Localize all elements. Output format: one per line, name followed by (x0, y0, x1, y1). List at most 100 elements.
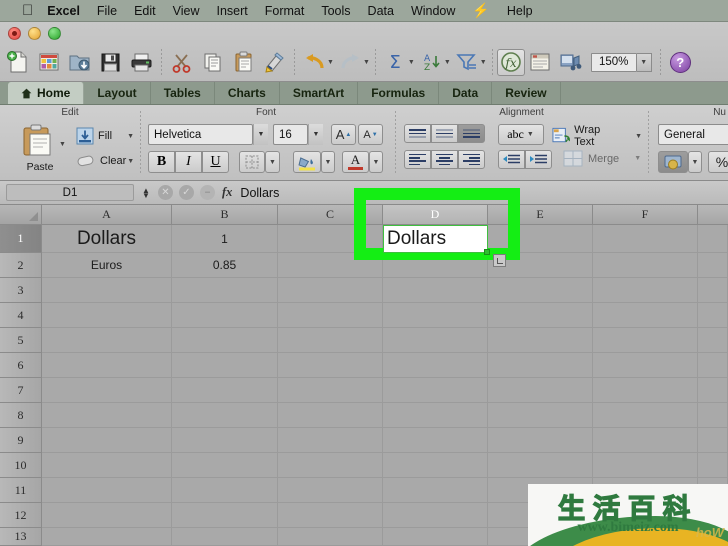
tab-layout[interactable]: Layout (84, 82, 151, 104)
zoom-level-input[interactable]: 150% (590, 52, 637, 72)
row-header-3[interactable]: 3 (0, 278, 42, 303)
clear-dropdown-icon[interactable]: ▼ (127, 158, 134, 165)
font-family-dropdown-icon[interactable]: ▼ (253, 124, 268, 145)
fx-icon[interactable]: fx (222, 185, 232, 200)
column-header-b[interactable]: B (172, 205, 278, 225)
italic-button[interactable]: I (175, 151, 202, 173)
accept-formula-button[interactable]: ✓ (179, 185, 194, 200)
decrease-indent-button[interactable] (498, 150, 525, 169)
increase-font-size-button[interactable]: A ▲ (331, 124, 356, 145)
cell-a1[interactable]: Dollars (42, 225, 172, 253)
cell-d1-selected[interactable]: Dollars (383, 225, 488, 253)
redo-icon[interactable] (335, 46, 366, 78)
formula-bar-content[interactable]: Dollars (240, 186, 279, 200)
merge-dropdown-icon[interactable]: ▼ (634, 155, 641, 162)
filter-icon[interactable] (452, 46, 483, 78)
new-from-template-icon[interactable] (33, 46, 64, 78)
formula-builder-button[interactable]: ━ (200, 185, 215, 200)
align-right-button[interactable] (458, 150, 485, 169)
font-color-dropdown-button[interactable]: ▼ (369, 151, 383, 173)
zoom-button[interactable] (48, 27, 61, 40)
align-left-button[interactable] (404, 150, 431, 169)
name-box-stepper[interactable]: ▲ ▼ (140, 186, 152, 199)
tab-home[interactable]: Home (8, 82, 85, 104)
fill-color-dropdown-button[interactable]: ▼ (321, 151, 335, 173)
row-header-4[interactable]: 4 (0, 303, 42, 328)
copy-icon[interactable] (197, 46, 228, 78)
menu-item-data[interactable]: Data (368, 4, 394, 18)
row-header-10[interactable]: 10 (0, 453, 42, 478)
paste-icon[interactable] (228, 46, 259, 78)
align-top-button[interactable] (404, 124, 431, 143)
font-family-control[interactable]: Helvetica ▼ (148, 124, 268, 145)
underline-button[interactable]: U (202, 151, 229, 173)
name-box[interactable]: D1 (6, 184, 134, 201)
borders-dropdown-button[interactable]: ▼ (265, 151, 280, 173)
zoom-dropdown-icon[interactable]: ▼ (636, 52, 652, 72)
align-middle-button[interactable] (431, 124, 458, 143)
cell-b1[interactable]: 1 (172, 225, 278, 253)
row-header-1[interactable]: 1 (0, 225, 42, 253)
menu-item-file[interactable]: File (97, 4, 117, 18)
menu-item-help[interactable]: Help (507, 4, 533, 18)
row-header-5[interactable]: 5 (0, 328, 42, 353)
wrap-text-button[interactable]: Wrap Text ▼ (552, 124, 643, 148)
new-document-icon[interactable] (2, 46, 33, 78)
decrease-font-size-button[interactable]: A ▼ (358, 124, 383, 145)
column-header-a[interactable]: A (42, 205, 172, 225)
font-size-dropdown-icon[interactable]: ▼ (308, 124, 323, 145)
row-header-2[interactable]: 2 (0, 253, 42, 278)
undo-icon[interactable] (299, 46, 330, 78)
column-header-f[interactable]: F (593, 205, 698, 225)
apple-logo-icon[interactable]:  (22, 3, 33, 18)
orientation-button[interactable]: abc ▼ (498, 124, 544, 145)
font-family-input[interactable]: Helvetica (148, 124, 253, 145)
currency-dropdown-button[interactable]: ▼ (688, 151, 702, 173)
sort-icon[interactable]: A Z (416, 46, 447, 78)
menu-item-tools[interactable]: Tools (321, 4, 350, 18)
font-color-button[interactable]: A (342, 151, 369, 173)
number-format-input[interactable]: General (658, 124, 728, 145)
menu-item-window[interactable]: Window (411, 4, 455, 18)
column-header-g-partial[interactable] (698, 205, 728, 225)
format-painter-icon[interactable] (259, 46, 290, 78)
cancel-formula-button[interactable]: ✕ (158, 185, 173, 200)
column-header-d[interactable]: D (383, 205, 488, 225)
merge-button[interactable]: Merge ▼ (563, 150, 642, 167)
fill-color-button[interactable] (293, 151, 321, 173)
menu-item-edit[interactable]: Edit (134, 4, 156, 18)
row-header-6[interactable]: 6 (0, 353, 42, 378)
paste-button[interactable]: Paste (18, 123, 62, 175)
align-bottom-button[interactable] (458, 124, 485, 143)
menu-item-view[interactable]: View (173, 4, 200, 18)
cell-a2[interactable]: Euros (42, 253, 172, 278)
currency-format-button[interactable] (658, 151, 688, 173)
wrap-text-dropdown-icon[interactable]: ▼ (635, 133, 642, 140)
row-header-8[interactable]: 8 (0, 403, 42, 428)
row-header-13[interactable]: 13 (0, 528, 42, 546)
align-center-button[interactable] (431, 150, 458, 169)
tab-review[interactable]: Review (492, 82, 561, 104)
open-folder-icon[interactable] (64, 46, 95, 78)
paste-dropdown-icon[interactable]: ▼ (59, 141, 66, 148)
autofill-options-badge[interactable] (493, 254, 506, 267)
row-header-9[interactable]: 9 (0, 428, 42, 453)
cell-b2[interactable]: 0.85 (172, 253, 278, 278)
tab-smartart[interactable]: SmartArt (280, 82, 359, 104)
minimize-button[interactable] (28, 27, 41, 40)
fill-button[interactable]: Fill ▼ (76, 127, 135, 145)
autosum-icon[interactable]: Σ (380, 46, 411, 78)
bold-button[interactable]: B (148, 151, 175, 173)
borders-button[interactable] (239, 151, 265, 173)
print-icon[interactable] (126, 46, 157, 78)
font-size-control[interactable]: 16 ▼ (273, 124, 323, 145)
toolbox-icon[interactable] (525, 46, 556, 78)
tab-tables[interactable]: Tables (151, 82, 215, 104)
column-header-e[interactable]: E (488, 205, 593, 225)
percent-format-button[interactable]: % (708, 151, 728, 173)
font-size-input[interactable]: 16 (273, 124, 308, 145)
fill-dropdown-icon[interactable]: ▼ (127, 133, 134, 140)
column-header-c[interactable]: C (278, 205, 383, 225)
cut-icon[interactable] (166, 46, 197, 78)
clear-button[interactable]: Clear ▼ (76, 153, 135, 169)
